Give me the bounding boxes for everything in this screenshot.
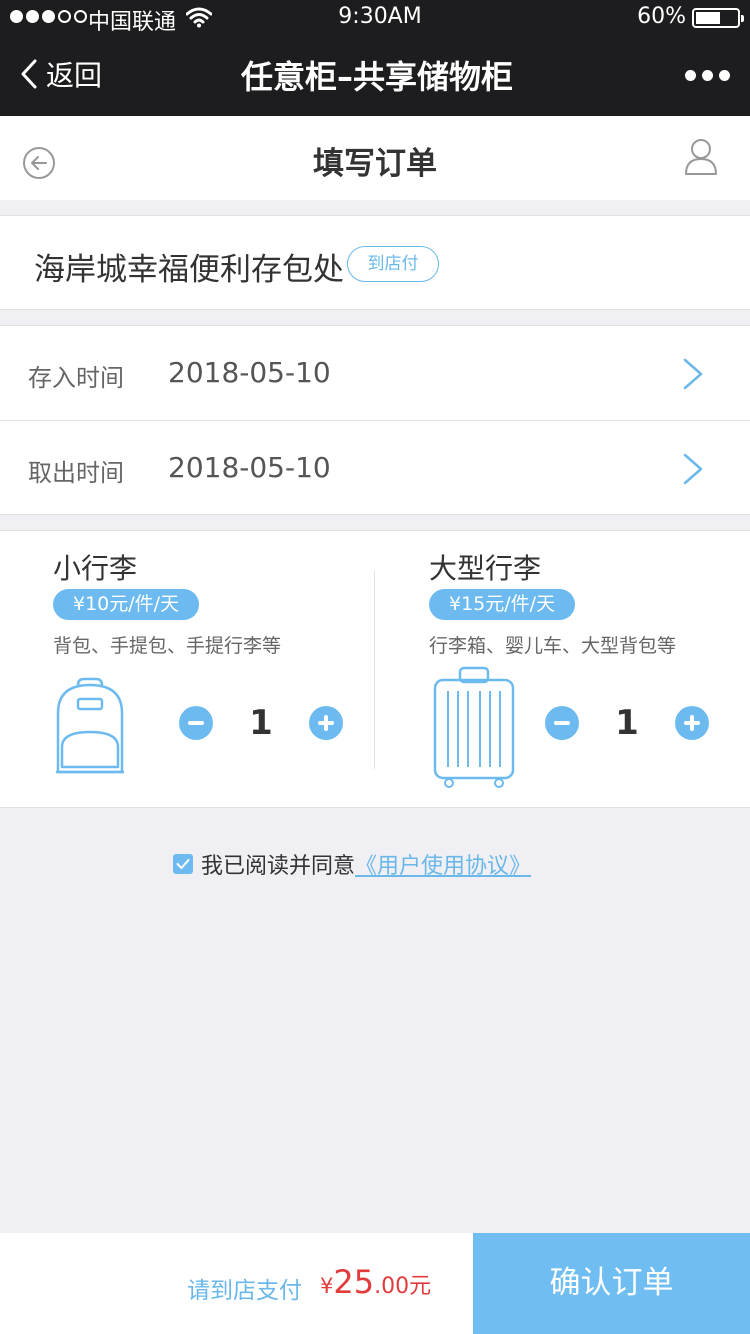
luggage-title: 大型行李 [429, 552, 542, 585]
store-card: 海岸城幸福便利存包处 到店付 [0, 215, 750, 310]
page-title: 填写订单 [313, 146, 437, 182]
amount-unit: 元 [409, 1274, 432, 1299]
amount-integer: 25 [333, 1263, 375, 1301]
luggage-price-badge: ¥10元/件/天 [53, 589, 200, 620]
pickup-time-row[interactable]: 取出时间 2018-05-10 [0, 420, 750, 514]
amount-decimal: .00 [374, 1274, 410, 1299]
bottom-bar: 请到店支付 ¥25.00元 确认订单 [0, 1233, 750, 1334]
deposit-time-row[interactable]: 存入时间 2018-05-10 [0, 326, 750, 420]
quantity-value: 1 [615, 703, 639, 743]
increase-button[interactable] [309, 706, 343, 740]
agreement-checkbox[interactable] [173, 854, 193, 874]
store-name: 海岸城幸福便利存包处 [34, 252, 344, 288]
small-luggage-option: 小行李 ¥10元/件/天 背包、手提包、手提行李等 1 [0, 531, 374, 809]
pay-at-store-label: 请到店支付 [187, 1278, 302, 1304]
deposit-time-label: 存入时间 [28, 364, 124, 392]
check-icon [176, 859, 190, 869]
confirm-order-button[interactable]: 确认订单 [473, 1233, 750, 1334]
battery-icon [692, 8, 744, 28]
luggage-selection: 小行李 ¥10元/件/天 背包、手提包、手提行李等 1 大型行李 ¥15元/件/… [0, 530, 750, 808]
currency-symbol: ¥ [320, 1274, 334, 1298]
agreement-row: 我已阅读并同意 《用户使用协议》 [173, 848, 531, 880]
luggage-description: 行李箱、婴儿车、大型背包等 [429, 635, 677, 657]
quantity-value: 1 [249, 703, 273, 743]
more-options-icon[interactable] [685, 70, 730, 81]
chevron-right-icon [683, 453, 703, 485]
backpack-icon [56, 677, 124, 774]
luggage-divider [374, 571, 375, 769]
small-luggage-quantity-stepper: 1 [179, 703, 343, 743]
luggage-title: 小行李 [53, 552, 138, 585]
user-agreement-link[interactable]: 《用户使用协议》 [355, 848, 531, 880]
decrease-button[interactable] [179, 706, 213, 740]
large-luggage-quantity-stepper: 1 [545, 703, 709, 743]
user-profile-icon[interactable] [684, 138, 718, 176]
nav-title: 任意柜–共享储物柜 [240, 58, 513, 96]
pickup-time-label: 取出时间 [28, 459, 124, 487]
deposit-time-value: 2018-05-10 [168, 356, 331, 389]
total-amount: ¥25.00元 [320, 1263, 431, 1301]
pay-at-store-badge: 到店付 [347, 246, 439, 282]
luggage-price-badge: ¥15元/件/天 [429, 589, 576, 620]
luggage-description: 背包、手提包、手提行李等 [53, 635, 282, 657]
pickup-time-value: 2018-05-10 [168, 451, 331, 484]
chevron-right-icon [683, 358, 703, 390]
suitcase-icon [433, 666, 515, 788]
agreement-text: 我已阅读并同意 [201, 854, 356, 879]
large-luggage-option: 大型行李 ¥15元/件/天 行李箱、婴儿车、大型背包等 1 [376, 531, 750, 809]
decrease-button[interactable] [545, 706, 579, 740]
status-bar: 中国联通 9:30AM 60% [0, 0, 750, 36]
top-bar: 中国联通 9:30AM 60% 返回 任意柜–共享储物柜 [0, 0, 750, 116]
time-selection: 存入时间 2018-05-10 取出时间 2018-05-10 [0, 325, 750, 515]
battery-percentage: 60% [637, 4, 686, 29]
increase-button[interactable] [675, 706, 709, 740]
page-header: 填写订单 [0, 116, 750, 200]
